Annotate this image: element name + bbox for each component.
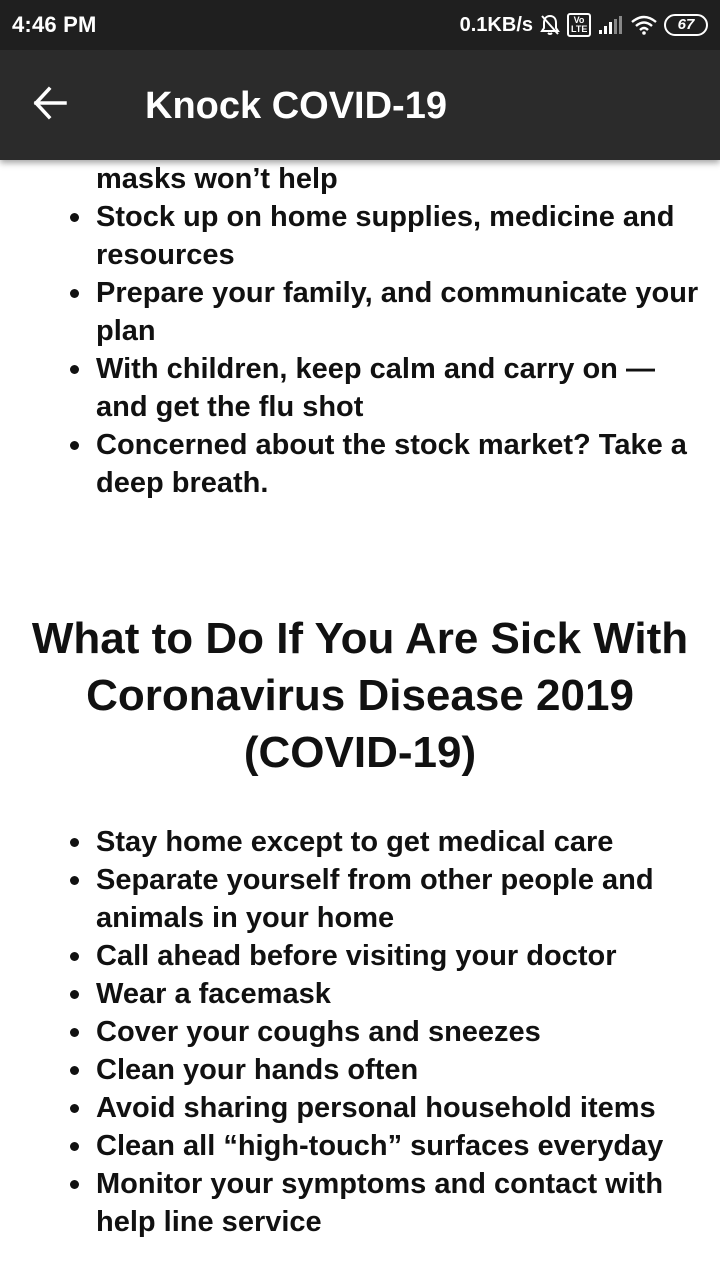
status-time: 4:46 PM [12, 12, 97, 37]
list-item: Wash your hands and stay home if sick; m… [96, 160, 700, 198]
battery-level: 67 [664, 14, 708, 36]
volte-icon: Vo LTE [567, 13, 591, 37]
list-item: Prepare your family, and communicate you… [70, 274, 700, 350]
list-item: Monitor your symptoms and contact with h… [70, 1165, 700, 1241]
list-item: Clean your hands often [70, 1051, 700, 1089]
content-scroll-area[interactable]: Wash your hands and stay home if sick; m… [0, 160, 720, 1280]
content-body: Wash your hands and stay home if sick; m… [0, 160, 720, 1241]
wifi-icon [631, 15, 657, 35]
list-item: Avoid sharing personal household items [70, 1089, 700, 1127]
list-item: Stay home except to get medical care [70, 823, 700, 861]
list-item: Cover your coughs and sneezes [70, 1013, 700, 1051]
status-bar: 4:46 PM 0.1KB/s Vo LTE 67 [0, 0, 720, 50]
mute-bell-icon [540, 14, 560, 36]
arrow-left-icon [32, 85, 68, 126]
app-bar: Knock COVID-19 [0, 50, 720, 160]
back-button[interactable] [22, 77, 78, 133]
list-item: Call ahead before visiting your doctor [70, 937, 700, 975]
list-item: Stock up on home supplies, medicine and … [70, 198, 700, 274]
prevention-tips-list: Wash your hands and stay home if sick; m… [0, 160, 720, 502]
list-item: Concerned about the stock market? Take a… [70, 426, 700, 502]
signal-icon [598, 15, 624, 35]
status-icons: 0.1KB/s Vo LTE 67 [460, 10, 708, 40]
network-speed: 0.1KB/s [459, 13, 533, 36]
section-heading: What to Do If You Are Sick With Coronavi… [31, 614, 689, 777]
app-title: Knock COVID-19 [145, 85, 447, 127]
list-item: Clean all “high-touch” surfaces everyday [70, 1127, 700, 1165]
battery-icon: 67 [664, 14, 708, 36]
list-item: Wear a facemask [70, 975, 700, 1013]
list-item: With children, keep calm and carry on — … [70, 350, 700, 426]
sick-guidance-list: Stay home except to get medical care Sep… [0, 823, 720, 1241]
list-item: Separate yourself from other people and … [70, 861, 700, 937]
